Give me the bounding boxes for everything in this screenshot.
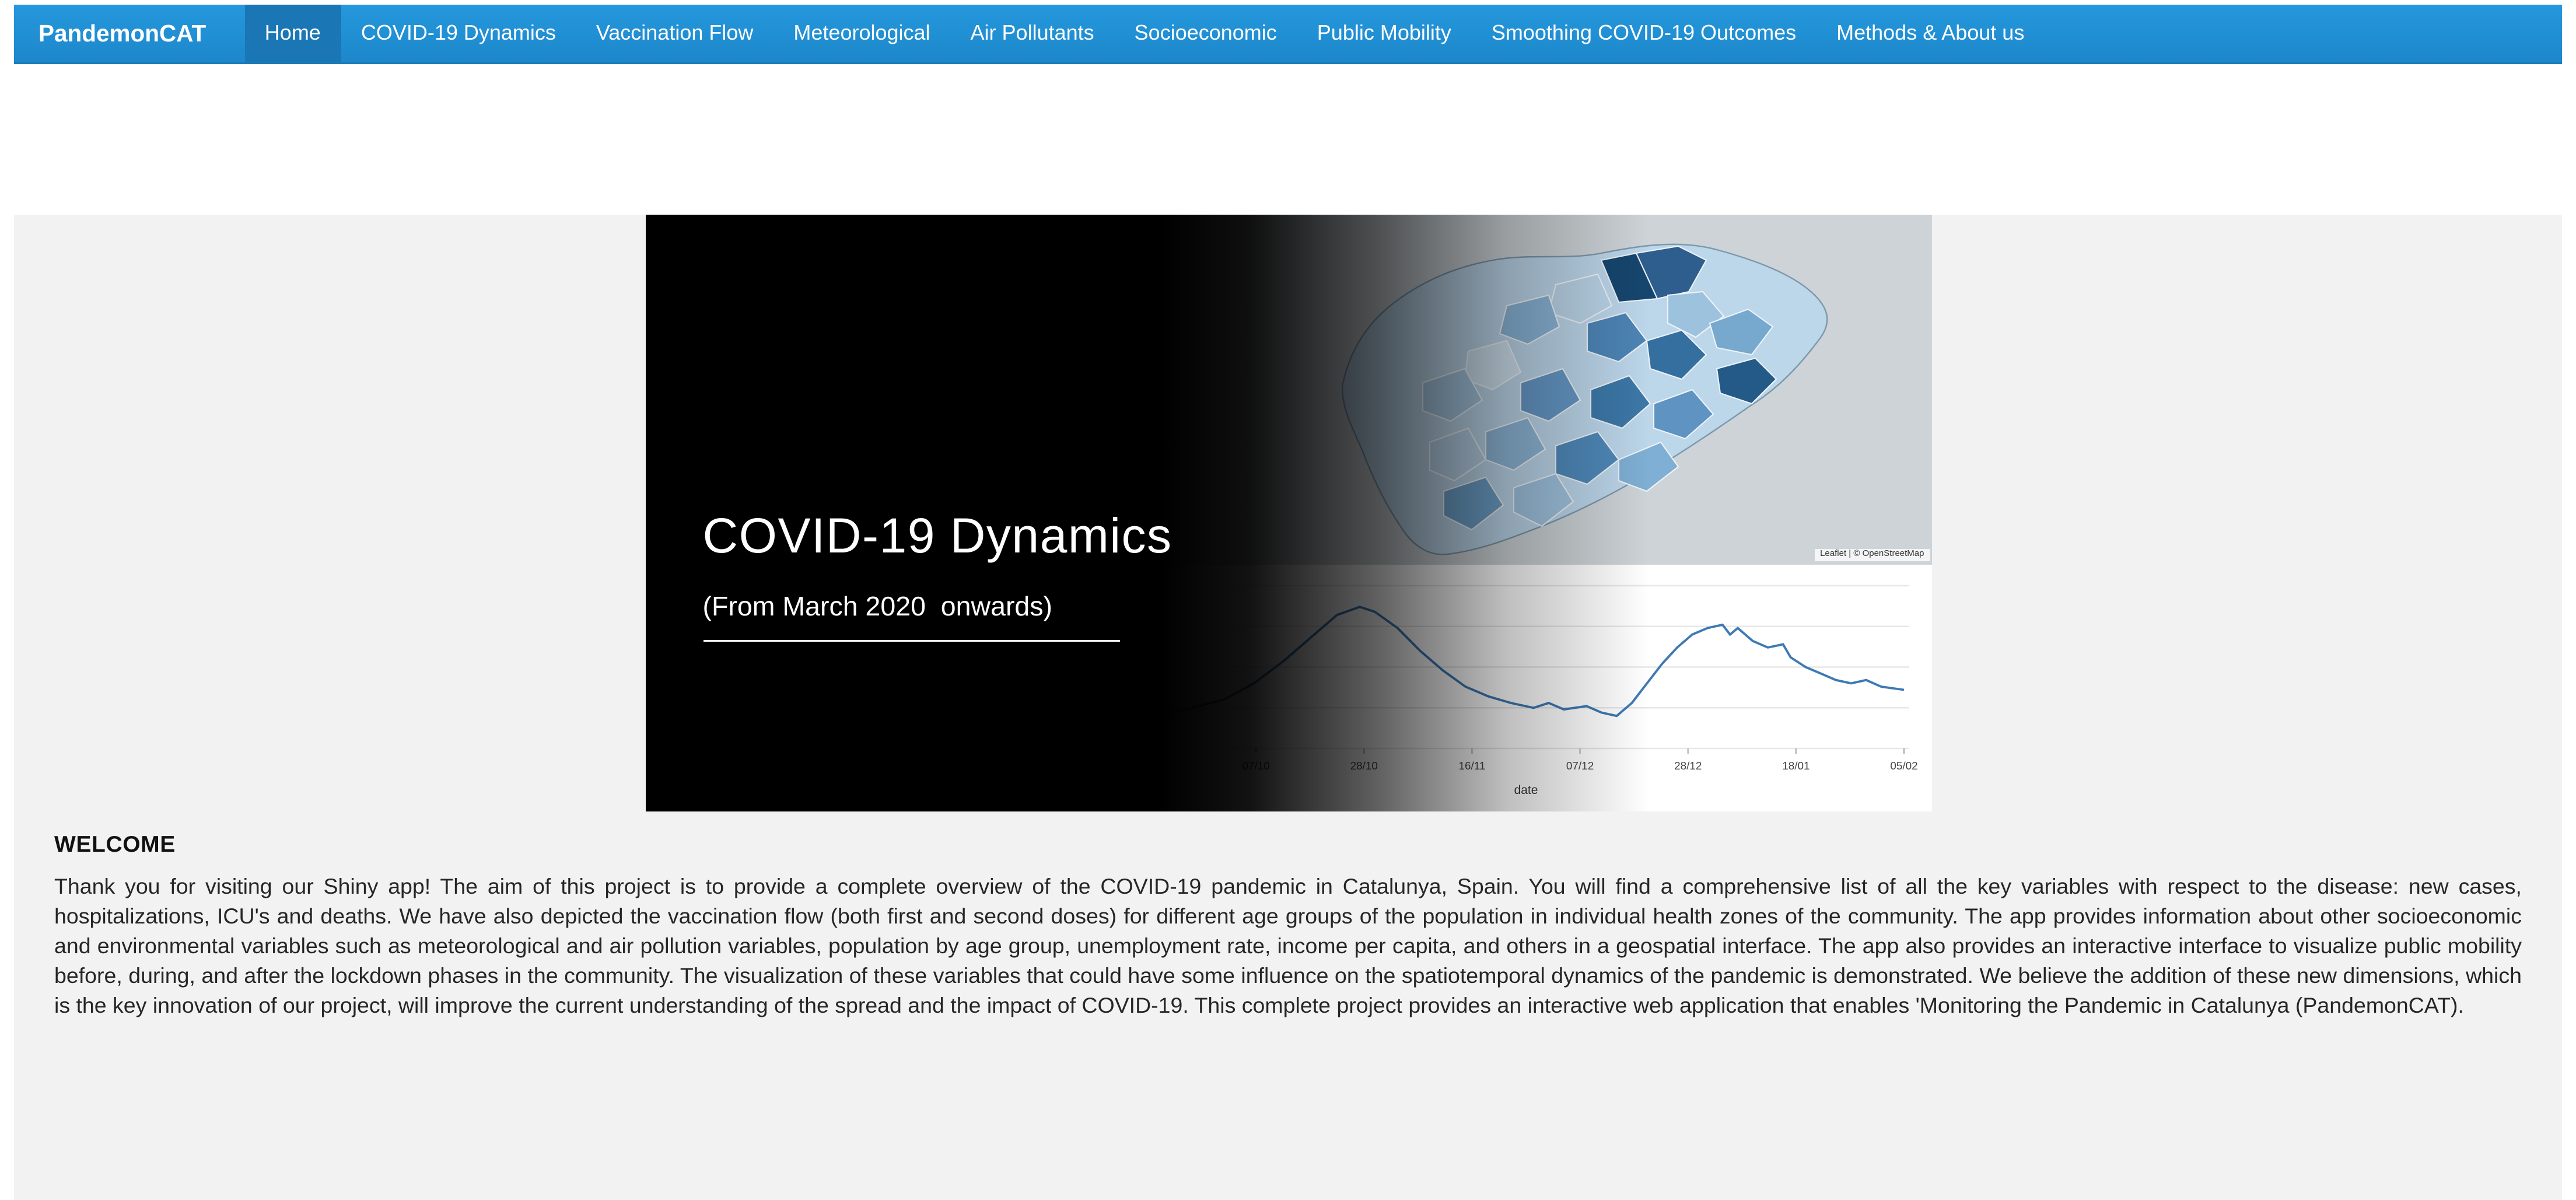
page: PandemonCAT HomeCOVID-19 DynamicsVaccina… — [14, 5, 2562, 1200]
navbar: PandemonCAT HomeCOVID-19 DynamicsVaccina… — [14, 5, 2562, 64]
welcome-heading: WELCOME — [54, 831, 2522, 857]
nav-item-covid-19-dynamics[interactable]: COVID-19 Dynamics — [341, 5, 576, 62]
nav-item-meteorological[interactable]: Meteorological — [774, 5, 950, 62]
hero-banner: Leaflet | © OpenStreetMap 16/0907/1028/1… — [645, 215, 1931, 811]
nav-item-home[interactable]: Home — [244, 5, 341, 62]
nav-item-vaccination-flow[interactable]: Vaccination Flow — [576, 5, 773, 62]
nav-item-air-pollutants[interactable]: Air Pollutants — [950, 5, 1114, 62]
nav-item-methods-about-us[interactable]: Methods & About us — [1817, 5, 2045, 62]
navbar-brand[interactable]: PandemonCAT — [14, 5, 230, 62]
hero-subtitle: (From March 2020 onwards) — [703, 593, 1119, 642]
nav-item-socioeconomic[interactable]: Socioeconomic — [1114, 5, 1297, 62]
hero-title: COVID-19 Dynamics — [703, 509, 1172, 565]
nav-item-smoothing-covid-19-outcomes[interactable]: Smoothing COVID-19 Outcomes — [1471, 5, 1816, 62]
app: PandemonCAT HomeCOVID-19 DynamicsVaccina… — [0, 5, 2576, 1079]
main-content: Leaflet | © OpenStreetMap 16/0907/1028/1… — [14, 215, 2562, 1200]
welcome-paragraph: Thank you for visiting our Shiny app! Th… — [54, 873, 2522, 1021]
nav-items: HomeCOVID-19 DynamicsVaccination FlowMet… — [244, 5, 2045, 62]
nav-item-public-mobility[interactable]: Public Mobility — [1297, 5, 1471, 62]
